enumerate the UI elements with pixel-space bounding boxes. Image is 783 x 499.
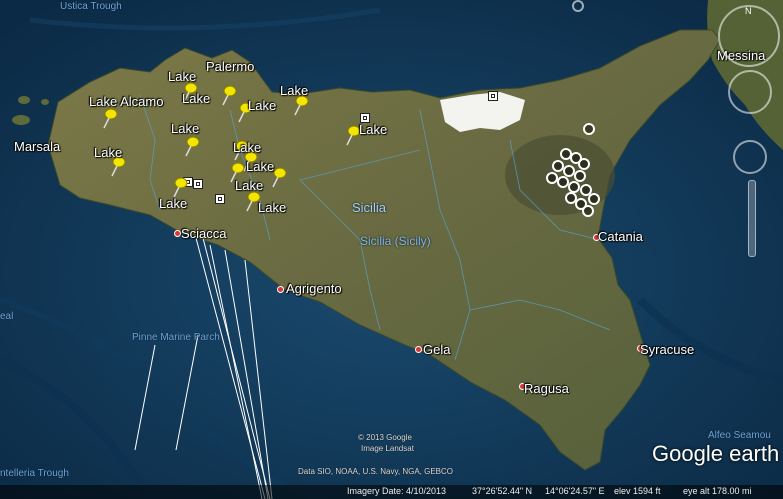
ring-marker-icon[interactable] <box>582 205 594 217</box>
edge-label: eal <box>0 311 14 322</box>
ring-marker-icon[interactable] <box>588 193 600 205</box>
image-source-text: Image Landsat <box>361 444 414 453</box>
placemark-label-lake[interactable]: Lake <box>182 91 210 106</box>
placemark-label-lake[interactable]: Lake <box>359 122 387 137</box>
region-sicily-label: Sicilia (Sicily) <box>360 234 431 248</box>
status-bar: Imagery Date: 4/10/2013 37°26'52.44" N 1… <box>0 485 783 499</box>
north-indicator-icon: N <box>745 6 752 16</box>
placemark-label-lake[interactable]: Lake <box>171 121 199 136</box>
look-joystick-icon[interactable] <box>728 70 772 114</box>
city-marsala[interactable]: Marsala <box>14 139 60 154</box>
pinne-marine-label: Pinne Marine Parch <box>132 332 220 343</box>
map-base <box>0 0 783 499</box>
elevation-readout: elev 1594 ft <box>614 486 661 496</box>
egadi-island <box>18 96 30 104</box>
ring-marker-icon[interactable] <box>578 158 590 170</box>
placemark-label-lake[interactable]: Lake <box>258 200 286 215</box>
square-marker-icon[interactable] <box>193 179 203 189</box>
region-sicilia-label: Sicilia <box>352 200 386 215</box>
etna-area <box>505 135 615 215</box>
copyright-text: © 2013 Google <box>358 433 412 442</box>
longitude-readout: 14°06'24.57" E <box>545 486 605 496</box>
latitude-readout: 37°26'52.44" N <box>472 486 533 496</box>
city-palermo[interactable]: Palermo <box>206 59 254 74</box>
eye-altitude-readout: eye alt 178.00 mi <box>683 486 752 496</box>
red-dot-icon[interactable] <box>277 286 284 293</box>
placemark-label-lake[interactable]: Lake <box>280 83 308 98</box>
placemark-label-lake[interactable]: Lake <box>168 69 196 84</box>
placemark-label-lake[interactable]: Lake <box>248 98 276 113</box>
placemark-label-lake[interactable]: Lake <box>94 145 122 160</box>
square-marker-icon[interactable] <box>488 91 498 101</box>
google-earth-logo: Google earth <box>652 441 779 467</box>
alfeo-seamount-label: Alfeo Seamou <box>708 430 771 441</box>
city-gela[interactable]: Gela <box>423 342 450 357</box>
placemark-label-lake[interactable]: Lake <box>233 140 261 155</box>
placemark-label-lake[interactable]: Lake <box>235 178 263 193</box>
map-viewport[interactable]: Ustica Trough Pinne Marine Parch nteller… <box>0 0 783 499</box>
square-marker-icon[interactable] <box>215 194 225 204</box>
imagery-date: Imagery Date: 4/10/2013 <box>347 486 447 496</box>
placemark-label-lake[interactable]: Lake <box>159 196 187 211</box>
city-syracuse[interactable]: Syracuse <box>640 342 694 357</box>
ring-marker-icon[interactable] <box>583 123 595 135</box>
data-credit-text: Data SIO, NOAA, U.S. Navy, NGA, GEBCO <box>298 467 453 476</box>
city-agrigento[interactable]: Agrigento <box>286 281 342 296</box>
city-sciacca[interactable]: Sciacca <box>181 226 227 241</box>
move-joystick-icon[interactable] <box>733 140 767 174</box>
egadi-island <box>12 115 30 125</box>
ring-marker-icon[interactable] <box>574 170 586 182</box>
zoom-slider-icon[interactable] <box>748 180 756 257</box>
red-dot-icon[interactable] <box>415 346 422 353</box>
yellow-pushpin-icon[interactable] <box>183 135 201 157</box>
city-catania[interactable]: Catania <box>598 229 643 244</box>
city-ragusa[interactable]: Ragusa <box>524 381 569 396</box>
yellow-pushpin-icon[interactable] <box>171 176 189 198</box>
logo-earth: earth <box>729 441 780 466</box>
placemark-label-lake[interactable]: Lake <box>246 159 274 174</box>
egadi-island <box>41 99 49 105</box>
logo-google: Google <box>652 441 723 466</box>
top-ring-icon <box>572 0 584 12</box>
red-dot-icon[interactable] <box>174 230 181 237</box>
telleria-trough-label: ntelleria Trough <box>0 468 69 479</box>
placemark-label-lake-alcamo[interactable]: Lake Alcamo <box>89 94 163 109</box>
ustica-trough-label: Ustica Trough <box>60 1 122 12</box>
yellow-pushpin-icon[interactable] <box>101 107 119 129</box>
